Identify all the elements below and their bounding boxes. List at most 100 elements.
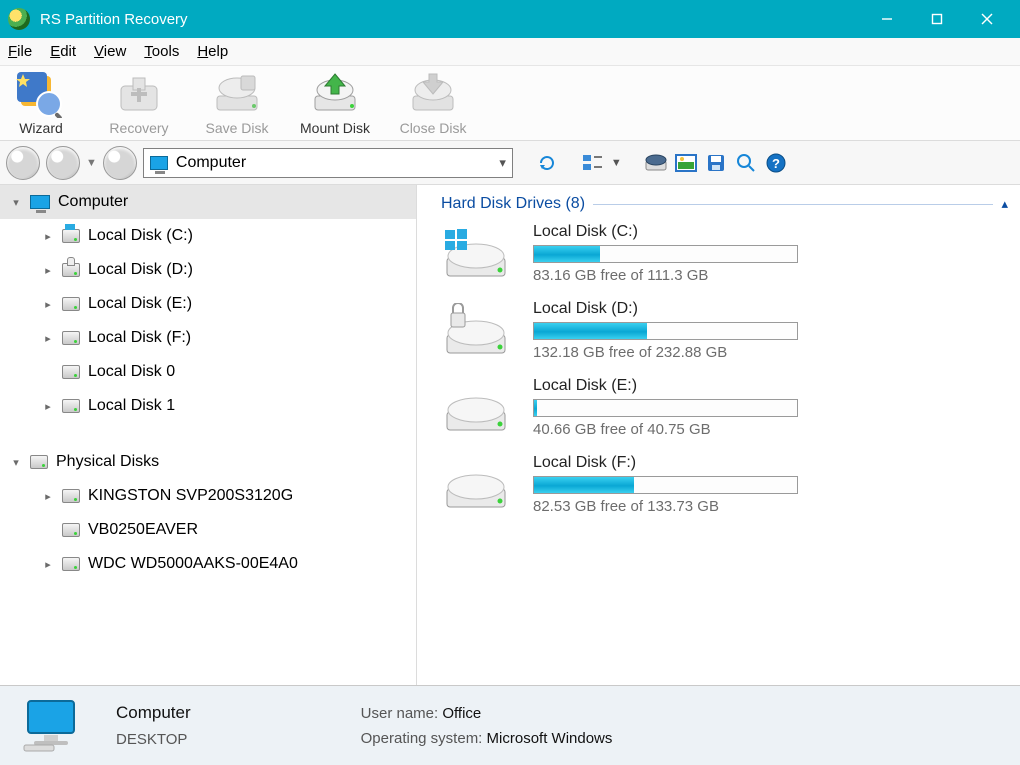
view-options-dropdown[interactable]: ▼: [611, 157, 622, 169]
chevron-right-icon[interactable]: ▸: [42, 264, 54, 277]
drive-item-f[interactable]: Local Disk (F:) 82.53 GB free of 133.73 …: [441, 454, 1010, 515]
drive-item-e[interactable]: Local Disk (E:) 40.66 GB free of 40.75 G…: [441, 377, 1010, 438]
menu-tools[interactable]: Tools: [144, 43, 179, 60]
app-icon: [8, 8, 30, 30]
computer-icon: [30, 195, 50, 209]
tree-item-label: Local Disk (E:): [88, 295, 192, 313]
picture-button[interactable]: [674, 151, 698, 175]
tree-physical-1[interactable]: ▸ VB0250EAVER: [0, 513, 416, 547]
status-os-key: Operating system:: [361, 730, 483, 747]
mount-disk-button[interactable]: Mount Disk: [300, 70, 370, 136]
wizard-icon: [15, 70, 67, 118]
capacity-bar: [533, 476, 798, 494]
nav-forward-button[interactable]: [46, 146, 80, 180]
view-options-button[interactable]: [581, 151, 605, 175]
tree-item-label: VB0250EAVER: [88, 521, 198, 539]
refresh-button[interactable]: [535, 151, 559, 175]
titlebar: RS Partition Recovery: [0, 0, 1020, 38]
disk-icon: [30, 455, 48, 469]
disk-icon: [62, 297, 80, 311]
disk-button[interactable]: [644, 151, 668, 175]
drive-icon: [441, 303, 511, 359]
menu-edit[interactable]: Edit: [50, 43, 76, 60]
capacity-bar: [533, 322, 798, 340]
tree-physical-header[interactable]: ▾ Physical Disks: [0, 445, 416, 479]
tree-item-label: Local Disk (D:): [88, 261, 193, 279]
nav-back-button[interactable]: [6, 146, 40, 180]
svg-text:?: ?: [772, 156, 780, 171]
disk-icon: [62, 331, 80, 345]
recovery-button[interactable]: Recovery: [104, 70, 174, 136]
disk-icon: [62, 489, 80, 503]
tree-item-label: WDC WD5000AAKS-00E4A0: [88, 555, 298, 573]
tree-physical-label: Physical Disks: [56, 453, 159, 471]
wizard-button[interactable]: Wizard: [6, 70, 76, 136]
minimize-button[interactable]: [862, 0, 912, 38]
disk-icon: [62, 229, 80, 243]
tree-disk-0[interactable]: ▸ Local Disk 0: [0, 355, 416, 389]
tree-item-label: KINGSTON SVP200S3120G: [88, 487, 293, 505]
tree-physical-2[interactable]: ▸ WDC WD5000AAKS-00E4A0: [0, 547, 416, 581]
tree-root-computer[interactable]: ▾ Computer: [0, 185, 416, 219]
drive-title: Local Disk (D:): [533, 300, 798, 318]
capacity-bar: [533, 399, 798, 417]
collapse-icon[interactable]: ▴: [1001, 196, 1008, 212]
status-user-value: Office: [442, 705, 481, 722]
chevron-right-icon[interactable]: ▸: [42, 230, 54, 243]
nav-up-button[interactable]: [103, 146, 137, 180]
content-panel: Hard Disk Drives (8) ▴ Local Disk (C:) 8…: [417, 185, 1020, 685]
mount-disk-icon: [309, 70, 361, 118]
help-button[interactable]: ?: [764, 151, 788, 175]
disk-icon: [62, 263, 80, 277]
tree-root-label: Computer: [58, 193, 128, 211]
close-disk-icon: [407, 70, 459, 118]
chevron-down-icon[interactable]: ▾: [10, 456, 22, 469]
tree-disk-d[interactable]: ▸ Local Disk (D:): [0, 253, 416, 287]
status-host: DESKTOP: [116, 731, 191, 748]
app-title: RS Partition Recovery: [40, 11, 188, 28]
chevron-right-icon[interactable]: ▸: [42, 298, 54, 311]
status-bar: Computer DESKTOP User name: Office Opera…: [0, 685, 1020, 765]
maximize-button[interactable]: [912, 0, 962, 38]
tree-disk-1[interactable]: ▸ Local Disk 1: [0, 389, 416, 423]
chevron-down-icon[interactable]: ▾: [10, 196, 22, 209]
capacity-bar: [533, 245, 798, 263]
address-bar[interactable]: Computer ▾: [143, 148, 513, 178]
save-disk-button[interactable]: Save Disk: [202, 70, 272, 136]
tree-disk-f[interactable]: ▸ Local Disk (F:): [0, 321, 416, 355]
close-disk-button[interactable]: Close Disk: [398, 70, 468, 136]
nav-strip: ▼ Computer ▾ ▼ ?: [0, 141, 1020, 185]
drive-item-d[interactable]: Local Disk (D:) 132.18 GB free of 232.88…: [441, 300, 1010, 361]
group-header[interactable]: Hard Disk Drives (8) ▴: [441, 195, 1010, 213]
tree-item-label: Local Disk (F:): [88, 329, 191, 347]
group-title: Hard Disk Drives (8): [441, 195, 585, 213]
chevron-right-icon[interactable]: ▸: [42, 400, 54, 413]
toolbar: Wizard Recovery Save Disk Mount Disk Clo…: [0, 66, 1020, 141]
save-disk-label: Save Disk: [205, 120, 268, 136]
drive-icon: [441, 380, 511, 436]
drive-title: Local Disk (C:): [533, 223, 798, 241]
chevron-down-icon[interactable]: ▾: [499, 155, 506, 171]
drive-title: Local Disk (F:): [533, 454, 798, 472]
tree-item-label: Local Disk (C:): [88, 227, 193, 245]
menu-file[interactable]: File: [8, 43, 32, 60]
drive-free-text: 132.18 GB free of 232.88 GB: [533, 344, 798, 361]
search-button[interactable]: [734, 151, 758, 175]
disk-icon: [62, 399, 80, 413]
chevron-right-icon[interactable]: ▸: [42, 558, 54, 571]
mount-disk-label: Mount Disk: [300, 120, 370, 136]
status-user-key: User name:: [361, 705, 439, 722]
chevron-right-icon[interactable]: ▸: [42, 490, 54, 503]
tree-disk-c[interactable]: ▸ Local Disk (C:): [0, 219, 416, 253]
save-disk-icon: [211, 70, 263, 118]
nav-history-dropdown[interactable]: ▼: [86, 157, 97, 169]
save-button[interactable]: [704, 151, 728, 175]
chevron-right-icon[interactable]: ▸: [42, 332, 54, 345]
close-button[interactable]: [962, 0, 1012, 38]
menu-help[interactable]: Help: [197, 43, 228, 60]
menu-view[interactable]: View: [94, 43, 126, 60]
drive-item-c[interactable]: Local Disk (C:) 83.16 GB free of 111.3 G…: [441, 223, 1010, 284]
tree-disk-e[interactable]: ▸ Local Disk (E:): [0, 287, 416, 321]
drive-free-text: 83.16 GB free of 111.3 GB: [533, 267, 798, 284]
tree-physical-0[interactable]: ▸ KINGSTON SVP200S3120G: [0, 479, 416, 513]
